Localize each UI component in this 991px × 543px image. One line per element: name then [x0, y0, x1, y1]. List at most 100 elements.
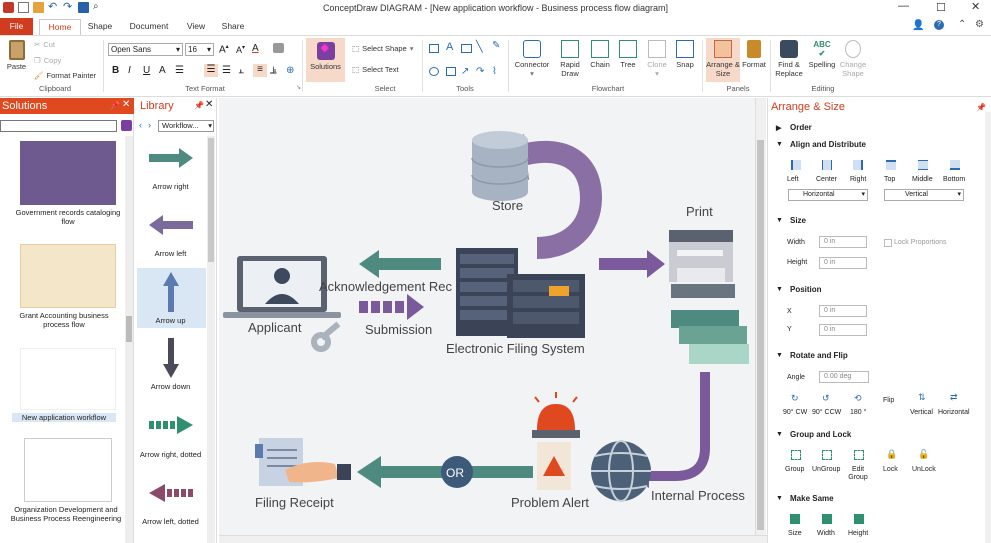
same-size-icon[interactable]: [790, 514, 800, 524]
snap-button[interactable]: Snap: [671, 40, 699, 69]
rotate-cw-label[interactable]: 90° CW: [783, 409, 807, 416]
format-button[interactable]: Format: [740, 40, 768, 69]
cut-button[interactable]: ✂ Cut: [34, 40, 55, 49]
align-center-icon[interactable]: [822, 160, 832, 170]
font-a-icon[interactable]: A: [159, 65, 166, 76]
printed-papers-icon[interactable]: [671, 310, 749, 364]
font-size-select[interactable]: 16 ▾: [185, 43, 214, 56]
solution-thumbnail[interactable]: [20, 244, 116, 308]
pin-icon[interactable]: 📌: [110, 101, 120, 110]
align-center-icon[interactable]: ☰: [204, 64, 218, 77]
align-top-label[interactable]: Top: [884, 176, 895, 183]
height-input[interactable]: 0 in: [819, 257, 867, 269]
library-item-caption[interactable]: Arrow left: [137, 249, 204, 258]
align-left-icon[interactable]: [791, 160, 801, 170]
globe-icon[interactable]: [591, 440, 651, 502]
distribute-vertical-select[interactable]: Vertical ▾: [884, 189, 964, 201]
solution-caption-selected[interactable]: New application workflow: [12, 413, 116, 422]
tab-home[interactable]: Home: [39, 19, 81, 35]
width-input[interactable]: 0 in: [819, 236, 867, 248]
tab-shape[interactable]: Shape: [84, 19, 116, 35]
library-item-caption[interactable]: Arrow up: [137, 316, 204, 325]
rotate-flip-section[interactable]: ▼ Rotate and Flip: [770, 350, 991, 364]
solution-thumbnail[interactable]: [24, 438, 112, 502]
rotate-180-icon[interactable]: ⟲: [854, 393, 862, 404]
edit-group-label[interactable]: Edit Group: [848, 466, 868, 482]
valign-top-icon[interactable]: ⫠: [238, 65, 244, 76]
rotate-180-label[interactable]: 180 °: [850, 409, 866, 416]
group-label[interactable]: Group: [785, 466, 804, 473]
canvas-vertical-scroll-thumb[interactable]: [757, 140, 764, 530]
pin-icon[interactable]: 📌: [976, 103, 986, 112]
same-height-label[interactable]: Height: [848, 530, 868, 537]
lock-proportions-label[interactable]: Lock Proportions: [894, 239, 947, 246]
clone-button[interactable]: Clone ▾: [643, 40, 671, 78]
arrange-panel-scrollbar[interactable]: [985, 112, 991, 543]
solution-caption[interactable]: Government records cataloging flow: [12, 208, 124, 226]
solutions-logo-icon[interactable]: [121, 120, 132, 131]
library-item-caption[interactable]: Arrow right, dotted: [137, 450, 204, 459]
connector-button[interactable]: Connector ▾: [511, 40, 553, 78]
arrow-left-shape[interactable]: [149, 215, 193, 235]
clear-format-icon[interactable]: [273, 43, 284, 53]
print-to-internal-arrow[interactable]: [649, 372, 710, 481]
library-item-caption[interactable]: Arrow down: [137, 382, 204, 391]
arrow-up-shape[interactable]: [163, 272, 179, 312]
group-lock-section[interactable]: ▼ Group and Lock: [770, 429, 991, 443]
textbox-tool-icon[interactable]: [461, 44, 472, 53]
align-right-icon[interactable]: [853, 160, 863, 170]
solution-caption[interactable]: Organization Development and Business Pr…: [10, 505, 122, 523]
ellipse-tool-icon[interactable]: [429, 67, 439, 76]
help-icon[interactable]: ?: [934, 20, 944, 30]
select-shape-button[interactable]: ⬚ Select Shape ▾: [352, 44, 413, 53]
flip-horizontal-icon[interactable]: ⇄: [950, 392, 958, 403]
solutions-scroll-thumb[interactable]: [126, 316, 132, 342]
problem-alert-icon[interactable]: [532, 392, 580, 490]
curve-tool-icon[interactable]: ⌇: [492, 66, 497, 77]
printer-icon[interactable]: [669, 230, 735, 298]
align-section[interactable]: ▼ Align and Distribute: [770, 139, 991, 153]
align-top-icon[interactable]: [886, 160, 896, 170]
arc-tool-icon[interactable]: ↷: [476, 66, 484, 77]
ungroup-label[interactable]: UnGroup: [812, 466, 840, 473]
submission-dotted-arrow[interactable]: [359, 294, 424, 320]
tab-file[interactable]: File: [0, 18, 33, 35]
select-text-button[interactable]: ⬚ Select Text: [352, 65, 399, 74]
solutions-search-input[interactable]: [0, 120, 117, 132]
lock-proportions-checkbox[interactable]: [884, 239, 892, 247]
align-left-label[interactable]: Left: [787, 176, 799, 183]
store-database-icon[interactable]: [471, 131, 529, 201]
same-height-icon[interactable]: [854, 514, 864, 524]
tab-view[interactable]: View: [180, 19, 212, 35]
arrow-left-dotted-shape[interactable]: [149, 484, 193, 502]
library-scroll-thumb[interactable]: [208, 138, 214, 262]
same-width-label[interactable]: Width: [817, 530, 835, 537]
solution-caption[interactable]: Grant Accounting business process flow: [8, 311, 120, 329]
arrow-down-shape[interactable]: [163, 338, 179, 378]
paste-button[interactable]: Paste: [3, 40, 30, 71]
valign-bottom-icon[interactable]: ⫡: [270, 65, 277, 76]
arrow-right-dotted-shape[interactable]: [149, 416, 193, 434]
x-input[interactable]: 0 in: [819, 305, 867, 317]
ungroup-icon[interactable]: [822, 450, 832, 460]
underline-icon[interactable]: U: [143, 65, 150, 76]
close-icon[interactable]: ✕: [971, 0, 980, 13]
position-section[interactable]: ▼ Position: [770, 284, 991, 298]
align-bottom-label[interactable]: Bottom: [943, 176, 965, 183]
rotate-cw-icon[interactable]: ↻: [791, 393, 799, 404]
electronic-filing-system-icon[interactable]: [456, 248, 585, 338]
align-center-label[interactable]: Center: [816, 176, 837, 183]
flip-vertical-icon[interactable]: ⇅: [918, 392, 926, 403]
align-right-icon[interactable]: ☰: [222, 65, 231, 76]
user-icon[interactable]: 👤: [912, 20, 924, 31]
rapid-draw-button[interactable]: Rapid Draw: [556, 40, 584, 78]
align-middle-icon[interactable]: [918, 160, 928, 170]
pin-icon[interactable]: 📌: [194, 101, 204, 110]
y-input[interactable]: 0 in: [819, 324, 867, 336]
flip-vertical-label[interactable]: Vertical: [910, 409, 933, 416]
flip-horizontal-label[interactable]: Horizontal: [938, 409, 970, 416]
drawing-canvas[interactable]: Store Print Applicant Acknowledgement Re…: [219, 98, 755, 535]
same-width-icon[interactable]: [822, 514, 832, 524]
settings-icon[interactable]: ⚙: [975, 19, 984, 30]
canvas-horizontal-scrollbar[interactable]: [219, 535, 767, 543]
